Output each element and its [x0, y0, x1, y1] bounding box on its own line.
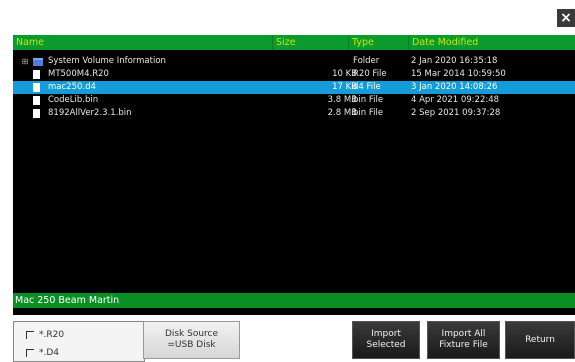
- filter-label: *.D4: [39, 348, 60, 358]
- file-size: 3.8 MB: [327, 95, 357, 105]
- footer-toolbar: *.R20 *.D4 Disk Source =USB Disk Import …: [13, 321, 575, 362]
- file-name: MT500M4.R20: [48, 69, 109, 79]
- import-all-button[interactable]: Import All Fixture File: [427, 321, 500, 359]
- disk-source-label: Disk Source: [164, 329, 219, 339]
- import-selected-label: Import: [371, 329, 401, 339]
- table-row-selected[interactable]: mac250.d4 17 KB d4 File 3 Jan 2020 14:08…: [13, 81, 575, 94]
- filter-r20-checkbox[interactable]: *.R20: [26, 330, 64, 340]
- column-header-size[interactable]: Size: [273, 35, 349, 50]
- expand-icon[interactable]: ⊞: [21, 55, 29, 68]
- file-size: 17 KB: [332, 82, 357, 92]
- column-header-type[interactable]: Type: [349, 35, 409, 50]
- disk-source-value: =USB Disk: [167, 340, 216, 350]
- file-size: 2.8 MB: [327, 108, 357, 118]
- import-all-label-line2: Fixture File: [439, 340, 488, 350]
- table-row[interactable]: MT500M4.R20 10 KB R20 File 15 Mar 2014 1…: [13, 68, 575, 81]
- table-row[interactable]: CodeLib.bin 3.8 MB bin File 4 Apr 2021 0…: [13, 94, 575, 107]
- file-type: bin File: [353, 95, 384, 105]
- import-selected-button[interactable]: Import Selected: [352, 321, 420, 359]
- file-type: R20 File: [353, 69, 387, 79]
- filter-group: *.R20 *.D4: [13, 321, 145, 362]
- file-name: mac250.d4: [48, 82, 96, 92]
- filter-label: *.R20: [39, 330, 65, 340]
- file-date: 15 Mar 2014 10:59:50: [411, 69, 506, 79]
- close-button[interactable]: ×: [557, 9, 575, 27]
- return-label: Return: [525, 334, 555, 345]
- file-date: 2 Sep 2021 09:37:28: [411, 108, 501, 118]
- file-name: CodeLib.bin: [48, 95, 99, 105]
- disk-source-button[interactable]: Disk Source =USB Disk: [143, 321, 240, 359]
- close-icon: ×: [560, 10, 572, 26]
- file-size: [277, 55, 357, 68]
- file-icon: [33, 109, 40, 118]
- checkbox-icon: [26, 331, 34, 339]
- file-date: 4 Apr 2021 09:22:48: [411, 95, 500, 105]
- table-row[interactable]: 8192AllVer2.3.1.bin 2.8 MB bin File 2 Se…: [13, 107, 575, 120]
- file-size: 10 KB: [332, 69, 357, 79]
- file-date: 3 Jan 2020 14:08:26: [411, 82, 498, 92]
- table-header: Name Size Type Date Modified: [13, 35, 575, 50]
- file-icon: [33, 70, 40, 79]
- file-name: 8192AllVer2.3.1.bin: [48, 108, 132, 118]
- file-date: 2 Jan 2020 16:35:18: [411, 56, 498, 66]
- file-icon: [33, 83, 40, 92]
- column-header-name[interactable]: Name: [13, 35, 273, 50]
- status-bar: Mac 250 Beam Martin: [13, 293, 575, 308]
- file-name: System Volume Information: [48, 56, 166, 66]
- file-browser-panel: Name Size Type Date Modified ⊞ System Vo…: [13, 35, 575, 315]
- file-type: bin File: [353, 108, 384, 118]
- folder-icon: [33, 57, 43, 66]
- checkbox-icon: [26, 349, 34, 357]
- return-button[interactable]: Return: [505, 321, 575, 359]
- column-header-date-modified[interactable]: Date Modified: [409, 35, 575, 50]
- file-icon: [33, 96, 40, 105]
- file-type: Folder: [353, 56, 380, 66]
- filter-d4-checkbox[interactable]: *.D4: [26, 348, 59, 358]
- import-selected-label-line2: Selected: [366, 340, 406, 350]
- import-all-label: Import All: [441, 329, 486, 339]
- file-type: d4 File: [353, 82, 381, 92]
- table-row[interactable]: ⊞ System Volume Information Folder 2 Jan…: [13, 55, 575, 68]
